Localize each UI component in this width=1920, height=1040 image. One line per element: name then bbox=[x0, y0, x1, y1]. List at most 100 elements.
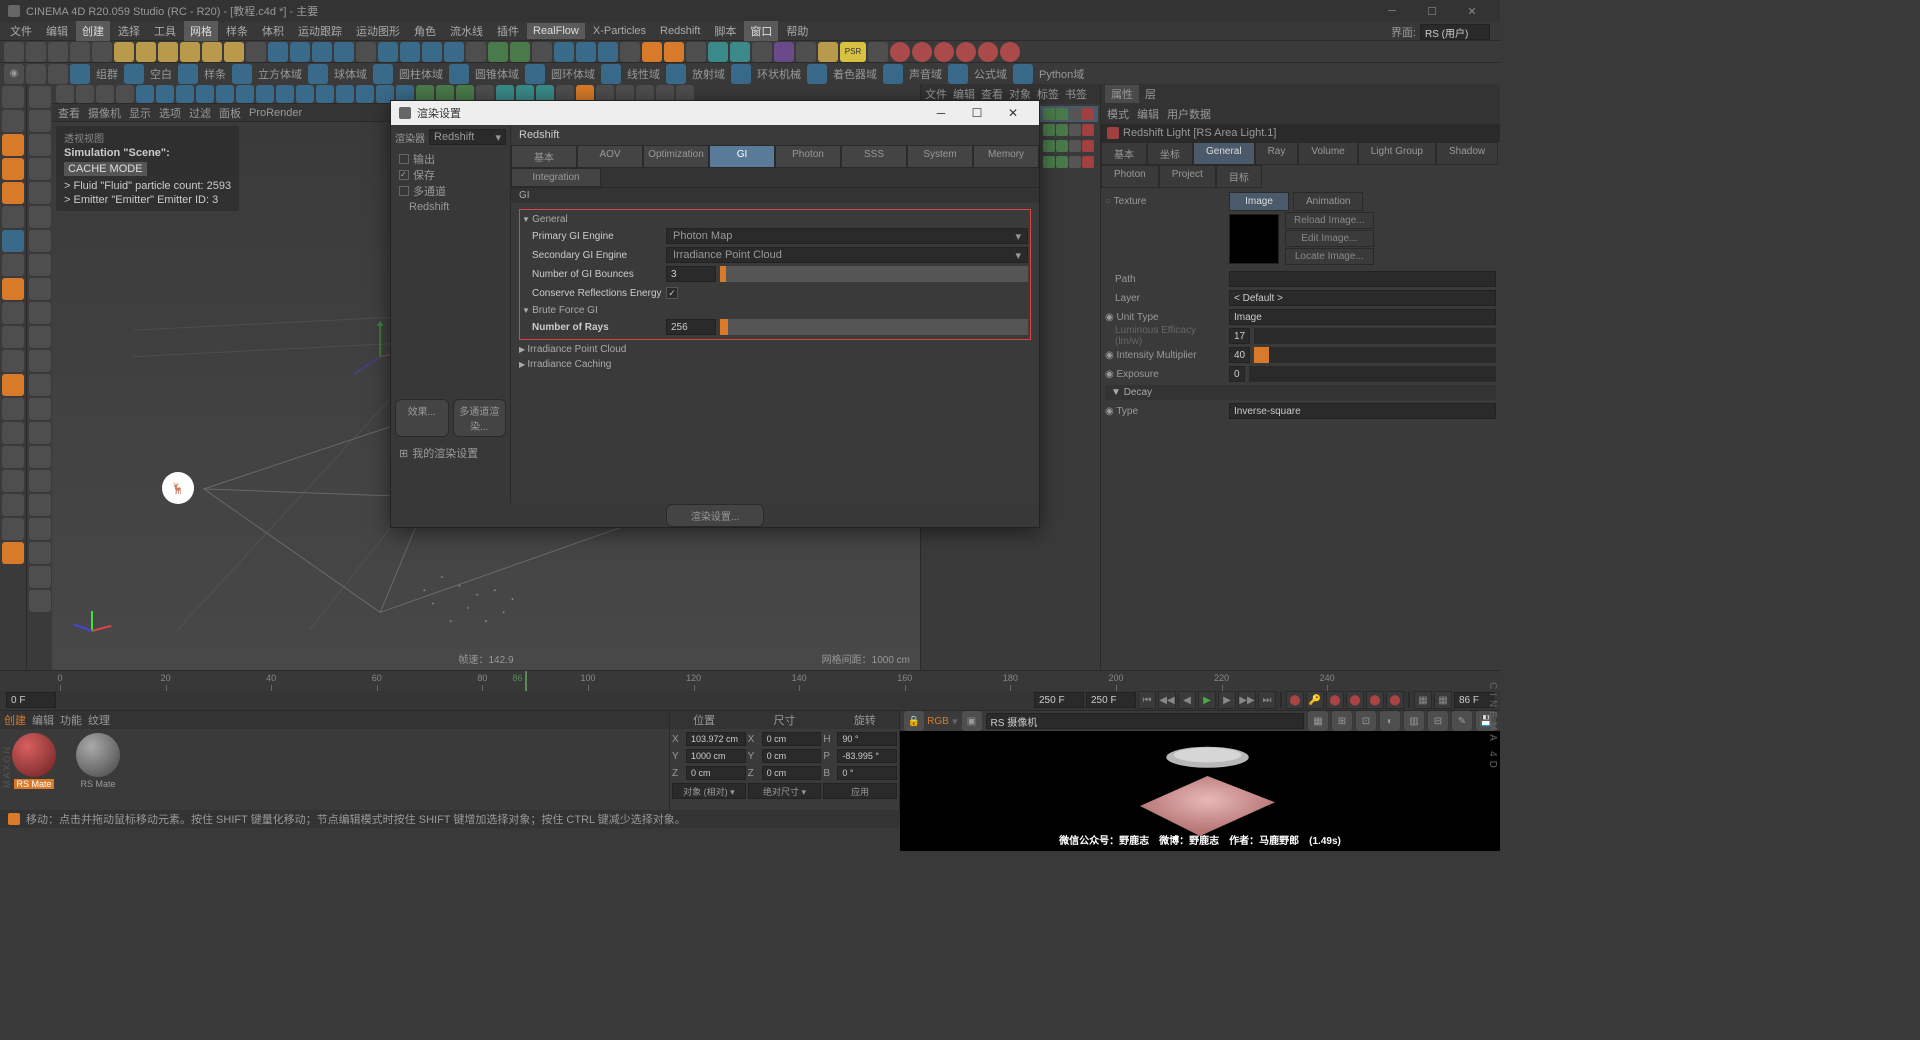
hier-tag[interactable] bbox=[1082, 108, 1094, 120]
toolbar-icon-26[interactable] bbox=[576, 42, 596, 62]
multipass-button[interactable]: 多通道渲染... bbox=[453, 399, 507, 437]
prop-menu-编辑[interactable]: 编辑 bbox=[1137, 106, 1159, 122]
toolbar-icon-43[interactable] bbox=[978, 42, 998, 62]
hier-tab-书签[interactable]: 书签 bbox=[1065, 86, 1087, 102]
menu-X-Particles[interactable]: X-Particles bbox=[587, 23, 652, 39]
toolbar-icon-18[interactable] bbox=[400, 42, 420, 62]
prev-key-button[interactable]: ◀◀ bbox=[1158, 691, 1176, 709]
toolbar-icon-25[interactable] bbox=[554, 42, 574, 62]
vp-menu-ProRender[interactable]: ProRender bbox=[249, 107, 302, 119]
menu-帮助[interactable]: 帮助 bbox=[780, 21, 814, 41]
renderer-select[interactable]: Redshift▾ bbox=[429, 129, 506, 145]
left-tool2-4[interactable] bbox=[29, 182, 51, 204]
menu-窗口[interactable]: 窗口 bbox=[744, 21, 778, 41]
toolbar-icon-9[interactable] bbox=[202, 42, 222, 62]
render-preview-image[interactable]: 微信公众号：野鹿志 微博：野鹿志 作者：马鹿野郎 (1.49s) bbox=[900, 731, 1500, 851]
timeline-end[interactable]: 250 F bbox=[1034, 692, 1084, 708]
toolbar-icon-29[interactable] bbox=[642, 42, 662, 62]
menu-角色[interactable]: 角色 bbox=[408, 21, 442, 41]
gi-bounces-input[interactable]: 3 bbox=[666, 266, 716, 282]
coord-pos-Z[interactable]: 0 cm bbox=[686, 766, 746, 780]
prop-tab-基本[interactable]: 基本 bbox=[1101, 142, 1147, 165]
dialog-titlebar[interactable]: 渲染设置 ─ ☐ ✕ bbox=[391, 101, 1039, 125]
next-key-button[interactable]: ▶▶ bbox=[1238, 691, 1256, 709]
animation-tab[interactable]: Animation bbox=[1293, 192, 1363, 211]
toolbar-icon-13[interactable] bbox=[290, 42, 310, 62]
close-button[interactable]: ✕ bbox=[1452, 0, 1492, 22]
coord-mode-1[interactable]: 绝对尺寸 ▾ bbox=[748, 783, 822, 799]
exposure-slider[interactable] bbox=[1249, 366, 1496, 382]
rp-ico-3[interactable]: ⊡ bbox=[1356, 711, 1376, 731]
left-tool2-18[interactable] bbox=[29, 518, 51, 540]
dialog-minimize[interactable]: ─ bbox=[923, 101, 959, 125]
coord-rot-X[interactable]: 90 ° bbox=[837, 732, 897, 746]
conserve-checkbox[interactable] bbox=[666, 287, 678, 299]
primary-gi-select[interactable]: Photon Map▾ bbox=[666, 228, 1028, 244]
minimize-button[interactable]: ─ bbox=[1372, 0, 1412, 22]
hier-tag[interactable] bbox=[1056, 108, 1068, 120]
rays-slider[interactable] bbox=[720, 319, 1028, 335]
left-tool-16[interactable] bbox=[2, 470, 24, 492]
layout-selector[interactable]: 界面: RS (用户) bbox=[1391, 24, 1490, 40]
vp-menu-显示[interactable]: 显示 bbox=[129, 105, 151, 121]
dlg-sidebar-Redshift[interactable]: Redshift bbox=[395, 199, 506, 215]
rp-ico-6[interactable]: ⊟ bbox=[1428, 711, 1448, 731]
prop-tab-Project[interactable]: Project bbox=[1159, 165, 1216, 188]
hier-tag[interactable] bbox=[1069, 156, 1081, 168]
field-着色器域[interactable] bbox=[807, 64, 827, 84]
vp-icon-3[interactable] bbox=[116, 85, 134, 103]
render-settings-footer-button[interactable]: 渲染设置... bbox=[666, 504, 764, 527]
menu-编辑[interactable]: 编辑 bbox=[40, 21, 74, 41]
mat-tab-编辑[interactable]: 编辑 bbox=[32, 712, 54, 728]
field-线性域[interactable] bbox=[601, 64, 621, 84]
luminous-input[interactable]: 17 bbox=[1229, 328, 1250, 344]
vp-icon-8[interactable] bbox=[216, 85, 234, 103]
toolbar-icon-35[interactable] bbox=[774, 42, 794, 62]
toolbar-icon-23[interactable] bbox=[510, 42, 530, 62]
vp-icon-6[interactable] bbox=[176, 85, 194, 103]
tab-layers[interactable]: 层 bbox=[1145, 86, 1156, 102]
left-tool-4[interactable] bbox=[2, 182, 24, 204]
maximize-button[interactable]: ☐ bbox=[1412, 0, 1452, 22]
left-tool-13[interactable] bbox=[2, 398, 24, 420]
toolbar-icon-37[interactable] bbox=[818, 42, 838, 62]
toolbar-icon-0[interactable] bbox=[4, 42, 24, 62]
toolbar-icon-32[interactable] bbox=[708, 42, 728, 62]
menu-体积[interactable]: 体积 bbox=[256, 21, 290, 41]
left-tool-9[interactable] bbox=[2, 302, 24, 324]
play-button[interactable]: ▶ bbox=[1198, 691, 1216, 709]
hier-tag[interactable] bbox=[1082, 156, 1094, 168]
menu-网格[interactable]: 网格 bbox=[184, 21, 218, 41]
menu-插件[interactable]: 插件 bbox=[491, 21, 525, 41]
vp-icon-1[interactable] bbox=[76, 85, 94, 103]
prop-tab-Light Group[interactable]: Light Group bbox=[1358, 142, 1436, 165]
autokey-button[interactable]: 🔑 bbox=[1306, 691, 1324, 709]
left-tool-11[interactable] bbox=[2, 350, 24, 372]
hier-tag[interactable] bbox=[1069, 108, 1081, 120]
vp-icon-12[interactable] bbox=[296, 85, 314, 103]
decay-type-select[interactable]: Inverse-square bbox=[1229, 403, 1496, 419]
rp-lock-icon[interactable]: 🔒 bbox=[904, 711, 924, 731]
coord-tab-旋转[interactable]: 旋转 bbox=[854, 712, 876, 728]
goto-start-button[interactable]: ⏮ bbox=[1138, 691, 1156, 709]
menu-流水线[interactable]: 流水线 bbox=[444, 21, 489, 41]
dlg-tab-基本[interactable]: 基本 bbox=[511, 145, 577, 168]
dlg-tab-Memory[interactable]: Memory bbox=[973, 145, 1039, 168]
toolbar-icon-21[interactable] bbox=[466, 42, 486, 62]
dlg-tab-System[interactable]: System bbox=[907, 145, 973, 168]
toolbar-icon-5[interactable] bbox=[114, 42, 134, 62]
toolbar-icon-8[interactable] bbox=[180, 42, 200, 62]
menu-运动图形[interactable]: 运动图形 bbox=[350, 21, 406, 41]
toolbar-icon-39[interactable] bbox=[890, 42, 910, 62]
prop-tab-目标[interactable]: 目标 bbox=[1216, 165, 1262, 188]
general-subsection[interactable]: General bbox=[522, 212, 1028, 227]
timeline-range[interactable]: 250 F bbox=[1086, 692, 1136, 708]
coord-mode-2[interactable]: 应用 bbox=[823, 783, 897, 799]
left-tool2-13[interactable] bbox=[29, 398, 51, 420]
vp-icon-4[interactable] bbox=[136, 85, 154, 103]
toolbar-icon-28[interactable] bbox=[620, 42, 640, 62]
timeline-start[interactable]: 0 F bbox=[6, 692, 56, 708]
field-组群[interactable] bbox=[70, 64, 90, 84]
left-tool2-11[interactable] bbox=[29, 350, 51, 372]
left-tool-3[interactable] bbox=[2, 158, 24, 180]
